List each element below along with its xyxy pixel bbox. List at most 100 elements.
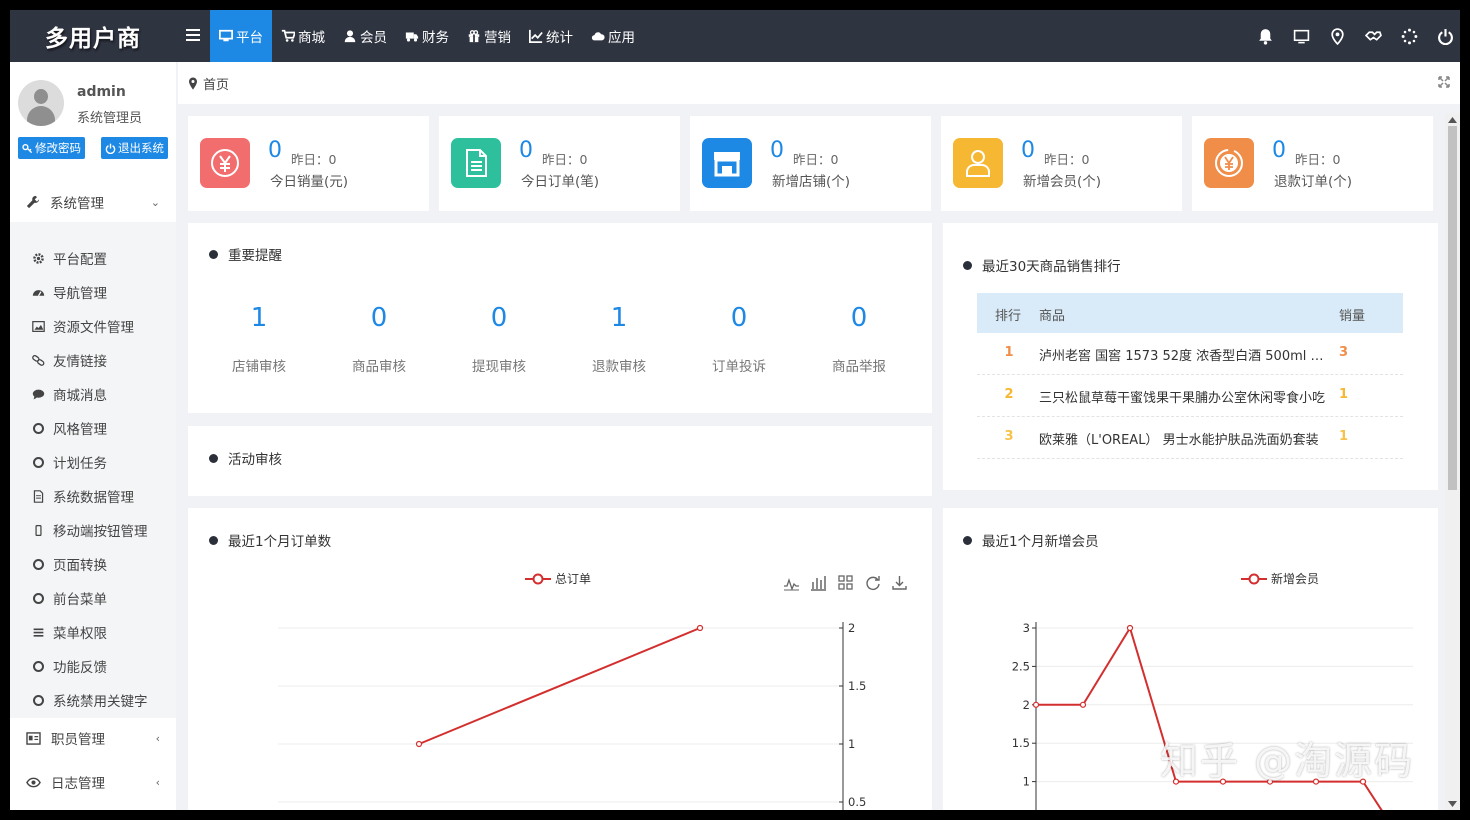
stat-card-refunds[interactable]: 0 昨日：0 退款订单(个) (1192, 116, 1433, 211)
sidebar-item-banned-keywords[interactable]: 系统禁用关键字 (10, 683, 176, 717)
nav-item-member[interactable]: 会员 (334, 10, 396, 62)
data-view-icon[interactable] (837, 574, 854, 591)
stat-card-sales[interactable]: 0 昨日：0 今日销量(元) (188, 116, 429, 211)
sidebar-item-page-convert[interactable]: 页面转换 (10, 547, 176, 581)
stat-card-orders[interactable]: 0 昨日：0 今日订单(笔) (439, 116, 680, 211)
handshake-icon[interactable] (1364, 27, 1382, 45)
section-title-text: 最近30天商品销售排行 (982, 259, 1121, 275)
menu-toggle-icon[interactable] (186, 26, 200, 46)
nav-item-marketing[interactable]: 营销 (458, 10, 520, 62)
member-icon (953, 138, 1003, 188)
document-icon (451, 138, 501, 188)
section-title-text: 活动审核 (228, 452, 282, 468)
nav-label: 应用 (608, 30, 635, 46)
change-password-button[interactable]: 修改密码 (18, 137, 85, 159)
fullscreen-icon[interactable] (1438, 76, 1450, 88)
section-title-text: 最近1个月新增会员 (982, 534, 1099, 550)
gear-icon (32, 252, 45, 265)
table-row[interactable]: 3 欧莱雅（L'OREAL） 男士水能护肤品洗面奶套装 1 (977, 417, 1403, 459)
table-row[interactable]: 2 三只松鼠草莓干蜜饯果干果脯办公室休闲零食小吃 1 (977, 375, 1403, 417)
sidebar-item-messages[interactable]: 商城消息 (10, 377, 176, 411)
nav-label: 会员 (360, 30, 387, 46)
screen-icon[interactable] (1292, 27, 1310, 45)
nav-label: 商城 (298, 30, 325, 46)
file-icon (32, 489, 45, 503)
line-chart-icon (529, 29, 543, 43)
gift-icon (468, 30, 480, 43)
top-tools (1256, 10, 1454, 62)
section-title-text: 最近1个月订单数 (228, 534, 332, 550)
reminder-label: 店铺审核 (232, 359, 286, 375)
nav-item-platform[interactable]: 平台 (210, 10, 272, 62)
chart-legend[interactable]: 新增会员 (1241, 570, 1319, 587)
sidebar-group-system[interactable]: 系统管理 ⌄ (10, 180, 176, 224)
chart-legend[interactable]: 总订单 (525, 570, 591, 587)
scroll-up-icon[interactable] (1448, 116, 1457, 123)
sidebar-item-scheduled-tasks[interactable]: 计划任务 (10, 445, 176, 479)
chevron-left-icon: ‹ (155, 775, 160, 789)
scrollbar[interactable] (1445, 114, 1460, 810)
reminder-value[interactable]: 0 (319, 303, 439, 333)
stat-card-stores[interactable]: 0 昨日：0 新增店铺(个) (690, 116, 931, 211)
reminder-label: 退款审核 (592, 359, 646, 375)
legend-line-marker (1241, 573, 1267, 584)
scroll-down-icon[interactable] (1448, 801, 1457, 808)
sidebar-item-navigation[interactable]: 导航管理 (10, 275, 176, 309)
line-toggle-icon[interactable] (783, 574, 800, 591)
legend-label: 总订单 (555, 572, 592, 586)
sidebar-item-resources[interactable]: 资源文件管理 (10, 309, 176, 343)
sales-header: 销量 (1339, 309, 1366, 324)
stat-yesterday: 昨日：0 (793, 152, 839, 167)
logout-button[interactable]: 退出系统 (101, 137, 168, 159)
sidebar-item-feedback[interactable]: 功能反馈 (10, 649, 176, 683)
restore-icon[interactable] (864, 574, 881, 591)
table-row[interactable]: 1 泸州老窖 国窖 1573 52度 浓香型白酒 500ml 单瓶装 3 (977, 333, 1403, 375)
sidebar-item-menu-permissions[interactable]: 菜单权限 (10, 615, 176, 649)
reminder-value[interactable]: 0 (679, 303, 799, 333)
sidebar-group-label: 职员管理 (51, 732, 105, 748)
power-icon[interactable] (1436, 27, 1454, 45)
breadcrumb-home[interactable]: 首页 (203, 74, 229, 93)
nav-item-statistics[interactable]: 统计 (520, 10, 582, 62)
bar-toggle-icon[interactable] (810, 574, 827, 591)
nav-item-mall[interactable]: 商城 (272, 10, 334, 62)
stat-label: 今日销量(元) (270, 174, 349, 190)
ranking-panel: 最近30天商品销售排行 排行 商品 销量 1 泸州老窖 国窖 1573 52度 … (943, 223, 1438, 490)
reminder-value[interactable]: 1 (559, 303, 679, 333)
sidebar-item-label: 系统禁用关键字 (53, 694, 148, 710)
sidebar-item-front-menu[interactable]: 前台菜单 (10, 581, 176, 615)
section-title-text: 重要提醒 (228, 248, 282, 264)
nav-label: 营销 (484, 30, 511, 46)
reminder-value[interactable]: 0 (439, 303, 559, 333)
reminder-label: 商品审核 (352, 359, 406, 375)
ring-icon (32, 660, 45, 673)
ranking-table-header: 排行 商品 销量 (977, 293, 1403, 333)
reminder-value[interactable]: 1 (199, 303, 319, 333)
sidebar-item-links[interactable]: 友情链接 (10, 343, 176, 377)
location-icon[interactable] (1328, 27, 1346, 45)
cloud-icon (591, 32, 605, 41)
product-name: 泸州老窖 国窖 1573 52度 浓香型白酒 500ml 单瓶装 (1039, 349, 1333, 364)
system-submenu: 平台配置 导航管理 资源文件管理 友情链接 商城消息 风格管理 计划任务 系统数… (10, 222, 176, 718)
nav-item-finance[interactable]: 财务 (396, 10, 458, 62)
user-role: 系统管理员 (77, 111, 143, 126)
sidebar-group-staff[interactable]: 职员管理 ‹ (10, 716, 176, 760)
download-icon[interactable] (891, 574, 908, 591)
bell-icon[interactable] (1256, 27, 1274, 45)
sidebar-item-styles[interactable]: 风格管理 (10, 411, 176, 445)
cart-icon (281, 29, 295, 42)
sidebar-item-platform-config[interactable]: 平台配置 (10, 241, 176, 275)
avatar (18, 80, 64, 126)
reminder-value[interactable]: 0 (799, 303, 919, 333)
nav-label: 财务 (422, 30, 449, 46)
stat-card-members[interactable]: 0 昨日：0 新增会员(个) (941, 116, 1182, 211)
nav-item-apps[interactable]: 应用 (582, 10, 644, 62)
sidebar-item-mobile-buttons[interactable]: 移动端按钮管理 (10, 513, 176, 547)
loading-icon[interactable] (1400, 27, 1418, 45)
stat-value: 0 (519, 138, 533, 163)
section-title: 最近1个月新增会员 (963, 530, 1099, 550)
axis-tick-label: 1.5 (1012, 736, 1030, 750)
sidebar-group-logs[interactable]: 日志管理 ‹ (10, 760, 176, 804)
sidebar-item-system-data[interactable]: 系统数据管理 (10, 479, 176, 513)
scrollbar-thumb[interactable] (1448, 126, 1457, 490)
